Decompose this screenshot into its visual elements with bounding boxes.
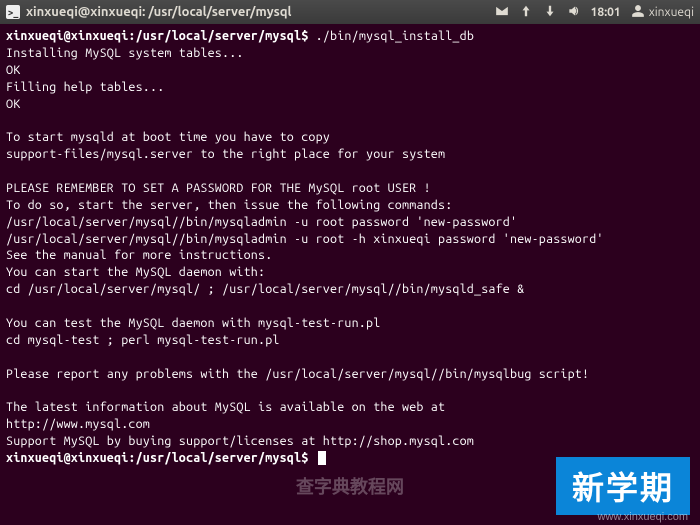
terminal-output[interactable]: xinxueqi@xinxueqi:/usr/local/server/mysq… xyxy=(0,24,700,471)
prompt-sep: : xyxy=(128,29,135,43)
user-icon xyxy=(631,4,645,21)
output-line: Installing MySQL system tables... xyxy=(6,46,244,60)
user-menu[interactable]: xinxueqi xyxy=(631,4,694,21)
clock[interactable]: 18:01 xyxy=(591,6,621,19)
prompt-dollar: $ xyxy=(301,29,308,43)
output-line: OK xyxy=(6,63,20,77)
output-line: The latest information about MySQL is av… xyxy=(6,400,445,414)
output-line: support-files/mysql.server to the right … xyxy=(6,147,445,161)
window-title: xinxueqi@xinxueqi: /usr/local/server/mys… xyxy=(26,5,291,19)
output-line: Support MySQL by buying support/licenses… xyxy=(6,434,474,448)
system-tray: 18:01 xinxueqi xyxy=(495,4,694,21)
watermark-url: www.xinxueqi.com xyxy=(598,511,688,523)
output-line: PLEASE REMEMBER TO SET A PASSWORD FOR TH… xyxy=(6,181,431,195)
mail-icon[interactable] xyxy=(495,4,509,21)
output-line: You can test the MySQL daemon with mysql… xyxy=(6,316,380,330)
prompt-user: xinxueqi@xinxueqi xyxy=(6,451,128,465)
menubar: >_ xinxueqi@xinxueqi: /usr/local/server/… xyxy=(0,0,700,24)
output-line: You can start the MySQL daemon with: xyxy=(6,265,265,279)
output-line: To do so, start the server, then issue t… xyxy=(6,198,452,212)
output-line: To start mysqld at boot time you have to… xyxy=(6,130,330,144)
prompt-path: /usr/local/server/mysql xyxy=(136,29,302,43)
output-line: See the manual for more instructions. xyxy=(6,248,272,262)
output-line: cd /usr/local/server/mysql/ ; /usr/local… xyxy=(6,282,524,296)
network-up-icon[interactable] xyxy=(519,4,533,21)
output-line: OK xyxy=(6,97,20,111)
cursor xyxy=(318,451,326,465)
command-text: ./bin/mysql_install_db xyxy=(316,29,474,43)
output-line: http://www.mysql.com xyxy=(6,417,150,431)
terminal-icon: >_ xyxy=(6,5,20,19)
output-line: Filling help tables... xyxy=(6,80,164,94)
watermark-center: 查字典教程网 xyxy=(296,473,404,499)
network-down-icon[interactable] xyxy=(543,4,557,21)
prompt-user: xinxueqi@xinxueqi xyxy=(6,29,128,43)
username-label: xinxueqi xyxy=(649,6,694,19)
prompt-dollar: $ xyxy=(301,451,308,465)
output-line: cd mysql-test ; perl mysql-test-run.pl xyxy=(6,333,280,347)
output-line: /usr/local/server/mysql//bin/mysqladmin … xyxy=(6,215,517,229)
volume-icon[interactable] xyxy=(567,4,581,21)
prompt-sep: : xyxy=(128,451,135,465)
output-line: Please report any problems with the /usr… xyxy=(6,367,589,381)
output-line: /usr/local/server/mysql//bin/mysqladmin … xyxy=(6,232,604,246)
prompt-path: /usr/local/server/mysql xyxy=(136,451,302,465)
